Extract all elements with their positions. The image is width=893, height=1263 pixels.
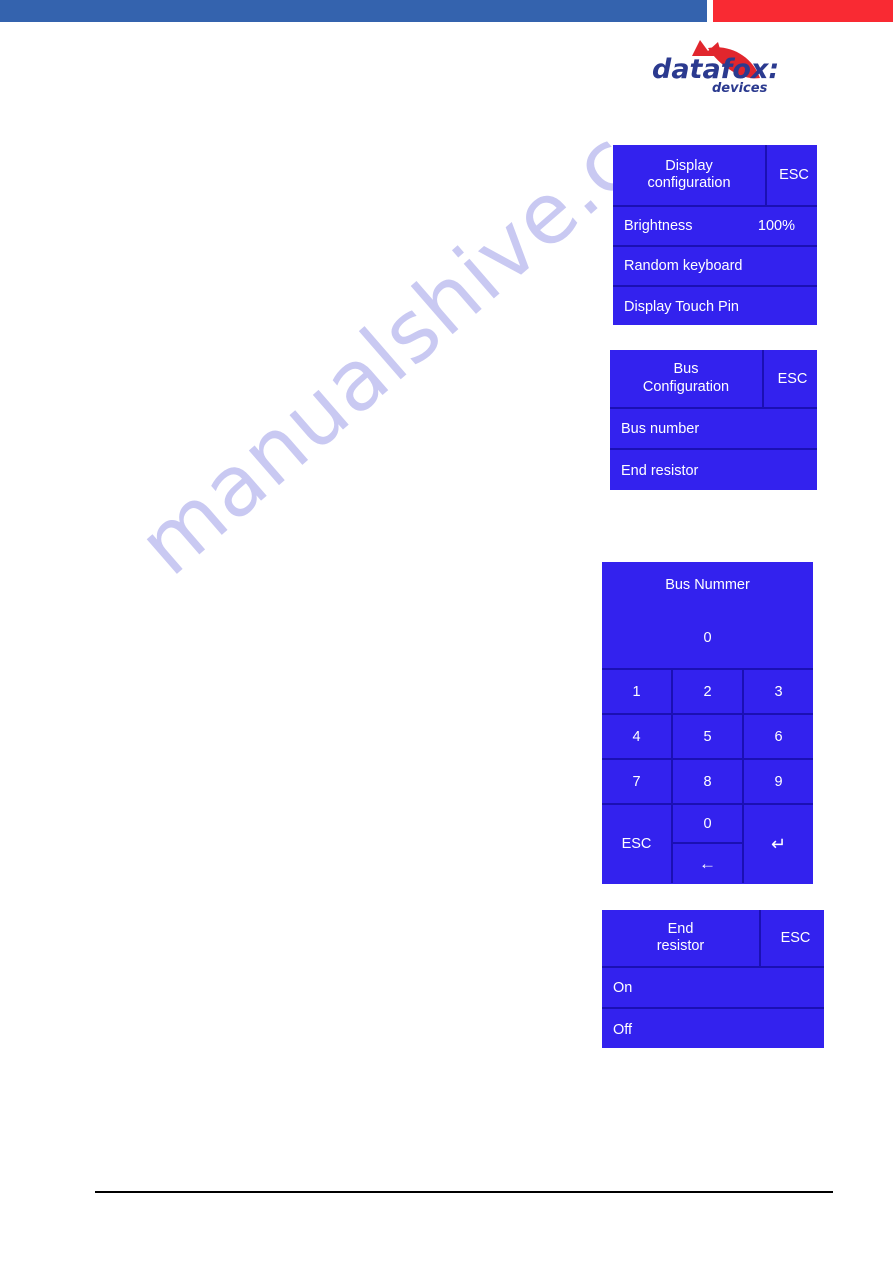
- menu-item-label: End resistor: [621, 462, 699, 479]
- watermark-text: manualshive.c: [120, 111, 654, 594]
- keypad-value-display: 0: [602, 608, 813, 670]
- menu-item-label: On: [613, 979, 633, 996]
- title-line-2: configuration: [647, 175, 731, 191]
- title-line-1: Bus: [673, 361, 699, 378]
- backspace-arrow-icon[interactable]: ←: [673, 844, 742, 883]
- title-line-2: resistor: [656, 938, 705, 954]
- title-line-2: Configuration: [642, 378, 730, 395]
- bus-configuration-screen: Bus Configuration ESC Bus number End res…: [610, 350, 817, 490]
- menu-item-label: Random keyboard: [624, 258, 743, 274]
- title-line-1: End: [667, 920, 694, 937]
- menu-item-on[interactable]: On: [602, 968, 824, 1009]
- menu-item-brightness[interactable]: Brightness 100%: [613, 207, 817, 247]
- header-bar-red: [713, 0, 893, 22]
- keypad-key-8[interactable]: 8: [673, 760, 744, 805]
- display-configuration-screen: Display configuration ESC Brightness 100…: [613, 145, 817, 325]
- keypad-title: Bus Nummer: [665, 577, 750, 593]
- keypad-key-6[interactable]: 6: [744, 715, 813, 760]
- esc-button[interactable]: ESC: [767, 145, 821, 205]
- keypad-key-3[interactable]: 3: [744, 670, 813, 715]
- header-bar-blue: [0, 0, 707, 22]
- bus-configuration-title: Bus Configuration: [610, 350, 764, 407]
- keypad-key-4[interactable]: 4: [602, 715, 673, 760]
- keypad-key-9[interactable]: 9: [744, 760, 813, 805]
- end-resistor-screen: End resistor ESC On Off: [602, 910, 824, 1048]
- title-line-1: Display: [665, 157, 713, 174]
- bus-configuration-header: Bus Configuration ESC: [610, 350, 817, 409]
- menu-item-end-resistor[interactable]: End resistor: [610, 450, 817, 491]
- keypad-zero-backspace-column: 0 ←: [673, 805, 744, 883]
- enter-arrow-icon[interactable]: ↵: [744, 805, 813, 883]
- end-resistor-header: End resistor ESC: [602, 910, 824, 968]
- menu-item-off[interactable]: Off: [602, 1009, 824, 1050]
- menu-item-label: Bus number: [621, 420, 700, 437]
- end-resistor-title: End resistor: [602, 910, 761, 966]
- datafox-logo: datafox: devices: [648, 34, 798, 96]
- menu-item-label: Brightness: [624, 218, 693, 234]
- display-configuration-header: Display configuration ESC: [613, 145, 817, 207]
- keypad-key-7[interactable]: 7: [602, 760, 673, 805]
- menu-item-label: Display Touch Pin: [624, 299, 739, 315]
- esc-button[interactable]: ESC: [764, 350, 821, 407]
- menu-item-bus-number[interactable]: Bus number: [610, 409, 817, 450]
- keypad-key-2[interactable]: 2: [673, 670, 744, 715]
- menu-item-value: 100%: [757, 218, 795, 234]
- keypad-esc-button[interactable]: ESC: [602, 805, 673, 883]
- footer-divider: [95, 1191, 833, 1193]
- keypad-key-0[interactable]: 0: [673, 805, 742, 844]
- bus-number-keypad-screen: Bus Nummer 0 1 2 3 4 5 6 7 8 9 ESC 0 ← ↵: [602, 562, 813, 884]
- esc-button[interactable]: ESC: [761, 910, 830, 966]
- keypad-key-1[interactable]: 1: [602, 670, 673, 715]
- keypad-key-5[interactable]: 5: [673, 715, 744, 760]
- display-configuration-title: Display configuration: [613, 145, 767, 205]
- logo-subwordmark: devices: [712, 81, 768, 96]
- keypad-grid: 1 2 3 4 5 6 7 8 9 ESC 0 ← ↵: [602, 670, 813, 883]
- menu-item-label: Off: [613, 1021, 633, 1038]
- menu-item-random-keyboard[interactable]: Random keyboard: [613, 247, 817, 287]
- menu-item-display-touch-pin[interactable]: Display Touch Pin: [613, 287, 817, 327]
